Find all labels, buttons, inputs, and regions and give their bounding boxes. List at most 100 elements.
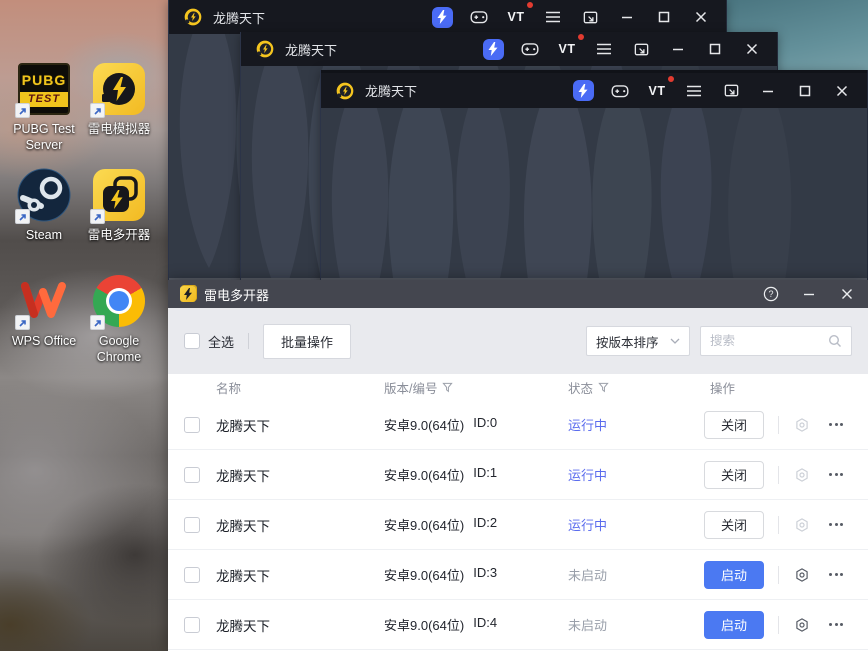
more-options-button[interactable]: [825, 615, 847, 635]
instance-status: 运行中: [568, 418, 608, 433]
instance-status: 运行中: [568, 518, 608, 533]
more-options-button[interactable]: [825, 415, 847, 435]
instance-name: 龙腾天下: [216, 568, 270, 584]
instance-name: 龙腾天下: [216, 468, 270, 484]
filter-icon[interactable]: [442, 382, 454, 393]
minimize-button[interactable]: [667, 38, 689, 60]
vt-notification-dot: [527, 2, 533, 8]
search-box[interactable]: [700, 326, 852, 356]
shortcut-arrow-icon: [90, 315, 105, 330]
vt-button[interactable]: VT: [556, 34, 584, 60]
desktop-icon-google-chrome[interactable]: Google Chrome: [80, 274, 158, 365]
minimize-button[interactable]: [757, 80, 779, 102]
action-divider: [778, 415, 779, 434]
desktop-icon-pubg-test-server[interactable]: PUBG TEST PUBG Test Server: [5, 62, 83, 153]
booster-button[interactable]: [431, 6, 453, 28]
header-status: 状态: [568, 381, 594, 396]
row-checkbox[interactable]: [184, 616, 200, 633]
desktop: PUBG TEST PUBG Test Server 雷电模拟器 Steam 雷…: [0, 0, 868, 651]
gamepad-icon[interactable]: [519, 38, 541, 60]
instance-id: ID:0: [473, 415, 498, 430]
minimize-button[interactable]: [800, 285, 818, 303]
maximize-button[interactable]: [794, 80, 816, 102]
emulator-titlebar[interactable]: 龙腾天下 VT: [321, 70, 867, 108]
shortcut-arrow-icon: [15, 103, 30, 118]
vt-notification-dot: [578, 34, 584, 40]
shortcut-arrow-icon: [90, 103, 105, 118]
vt-notification-dot: [668, 75, 674, 82]
menu-icon[interactable]: [683, 80, 705, 102]
vt-button[interactable]: VT: [646, 75, 674, 102]
shrink-window-icon[interactable]: [720, 80, 742, 102]
menu-icon[interactable]: [593, 38, 615, 60]
maximize-button[interactable]: [653, 6, 675, 28]
instance-row: 龙腾天下 安卓9.0(64位) ID:2 运行中 关闭: [168, 500, 868, 550]
ldplayer-logo-icon: [336, 82, 354, 99]
booster-button[interactable]: [572, 80, 594, 102]
instance-action-button[interactable]: 启动: [704, 610, 764, 639]
instance-action-button[interactable]: 关闭: [704, 410, 764, 439]
more-options-button[interactable]: [825, 515, 847, 535]
shrink-window-icon[interactable]: [630, 38, 652, 60]
settings-gear-icon[interactable]: [792, 565, 812, 585]
row-checkbox[interactable]: [184, 516, 200, 533]
settings-gear-icon[interactable]: [792, 615, 812, 635]
batch-operations-button[interactable]: 批量操作: [263, 323, 352, 359]
desktop-icon-label: Steam: [25, 228, 63, 242]
close-button[interactable]: [690, 6, 712, 28]
desktop-icon-ldplayer[interactable]: 雷电模拟器: [80, 62, 158, 138]
more-options-button[interactable]: [825, 465, 847, 485]
emulator-titlebar[interactable]: 龙腾天下 VT: [169, 0, 726, 34]
svg-text:?: ?: [768, 289, 773, 299]
instance-name: 龙腾天下: [216, 618, 270, 634]
instance-action-button[interactable]: 启动: [704, 560, 764, 589]
minimize-button[interactable]: [616, 6, 638, 28]
close-button[interactable]: [831, 80, 853, 102]
close-button[interactable]: [741, 38, 763, 60]
maximize-button[interactable]: [704, 38, 726, 60]
search-input[interactable]: [710, 334, 828, 348]
search-icon: [828, 334, 841, 347]
menu-icon[interactable]: [542, 6, 564, 28]
instance-action-button[interactable]: 关闭: [704, 510, 764, 539]
settings-gear-icon[interactable]: [792, 515, 812, 535]
desktop-icon-multi-instance[interactable]: 雷电多开器: [80, 168, 158, 244]
row-checkbox[interactable]: [184, 416, 200, 433]
settings-gear-icon[interactable]: [792, 465, 812, 485]
gamepad-icon[interactable]: [609, 80, 631, 102]
shrink-window-icon[interactable]: [579, 6, 601, 28]
action-divider: [778, 465, 779, 484]
sort-dropdown[interactable]: 按版本排序: [586, 326, 690, 356]
instance-name: 龙腾天下: [216, 518, 270, 534]
instance-row: 龙腾天下 安卓9.0(64位) ID:4 未启动 启动: [168, 600, 868, 650]
more-options-button[interactable]: [825, 565, 847, 585]
manager-titlebar[interactable]: 雷电多开器 ?: [168, 280, 868, 308]
desktop-icon-steam[interactable]: Steam: [5, 168, 83, 244]
settings-gear-icon[interactable]: [792, 415, 812, 435]
multi-instance-logo-icon: [180, 286, 196, 302]
desktop-icon-wps-office[interactable]: WPS Office: [5, 274, 83, 350]
desktop-icon-label: WPS Office: [11, 334, 77, 348]
help-button[interactable]: ?: [762, 285, 780, 303]
booster-button[interactable]: [482, 38, 504, 60]
action-divider: [778, 615, 779, 634]
vt-button[interactable]: VT: [505, 2, 533, 28]
row-checkbox[interactable]: [184, 466, 200, 483]
desktop-icon-label: 雷电模拟器: [87, 122, 151, 136]
close-button[interactable]: [838, 285, 856, 303]
select-all-checkbox[interactable]: [184, 333, 200, 349]
shortcut-arrow-icon: [15, 209, 30, 224]
emulator-titlebar[interactable]: 龙腾天下 VT: [241, 32, 777, 66]
instance-action-button[interactable]: 关闭: [704, 460, 764, 489]
instance-id: ID:4: [473, 615, 498, 630]
desktop-icon-label: 雷电多开器: [87, 228, 151, 242]
gamepad-icon[interactable]: [468, 6, 490, 28]
row-checkbox[interactable]: [184, 566, 200, 583]
emulator-loading-screen: [321, 108, 867, 278]
filter-icon[interactable]: [598, 382, 609, 393]
ldplayer-logo-icon: [184, 8, 202, 26]
header-version: 版本/编号: [384, 381, 438, 396]
shortcut-arrow-icon: [15, 315, 30, 330]
instance-row: 龙腾天下 安卓9.0(64位) ID:3 未启动 启动: [168, 550, 868, 600]
instance-name: 龙腾天下: [216, 418, 270, 434]
